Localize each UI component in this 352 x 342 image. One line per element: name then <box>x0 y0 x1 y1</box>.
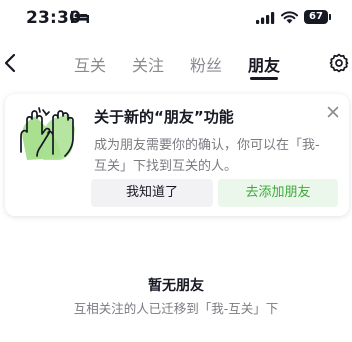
close-icon[interactable] <box>327 106 339 118</box>
got-it-button[interactable]: 我知道了 <box>91 179 213 207</box>
empty-state-description: 互相关注的人已迁移到「我-互关」下 <box>73 301 279 316</box>
status-bar: 23:30 67 <box>0 0 352 36</box>
gear-icon[interactable] <box>329 53 349 73</box>
battery-cap <box>329 14 331 20</box>
empty-state-title: 暂无朋友 <box>148 278 204 294</box>
add-friends-button[interactable]: 去添加朋友 <box>218 179 338 207</box>
bed-icon <box>71 11 89 23</box>
tab-mutual[interactable]: 互关 <box>74 52 106 76</box>
active-tab-indicator <box>250 77 278 80</box>
battery-icon: 67 <box>304 10 328 24</box>
top-nav: 互关 关注 粉丝 朋友 <box>0 44 352 84</box>
chevron-left-icon[interactable] <box>2 52 20 74</box>
card-description: 成为朋友需要你的确认，你可以在「我-互关」下找到互关的人。 <box>94 138 320 174</box>
signal-icon <box>256 12 275 24</box>
wifi-icon <box>281 11 298 24</box>
tab-fans[interactable]: 粉丝 <box>190 52 222 76</box>
high-five-icon <box>20 107 75 160</box>
card-title: 关于新的“朋友”功能 <box>94 108 234 126</box>
friends-feature-card: 关于新的“朋友”功能 成为朋友需要你的确认，你可以在「我-互关」下找到互关的人。… <box>5 94 349 216</box>
tab-following[interactable]: 关注 <box>132 52 164 76</box>
tab-friends[interactable]: 朋友 <box>248 52 280 76</box>
